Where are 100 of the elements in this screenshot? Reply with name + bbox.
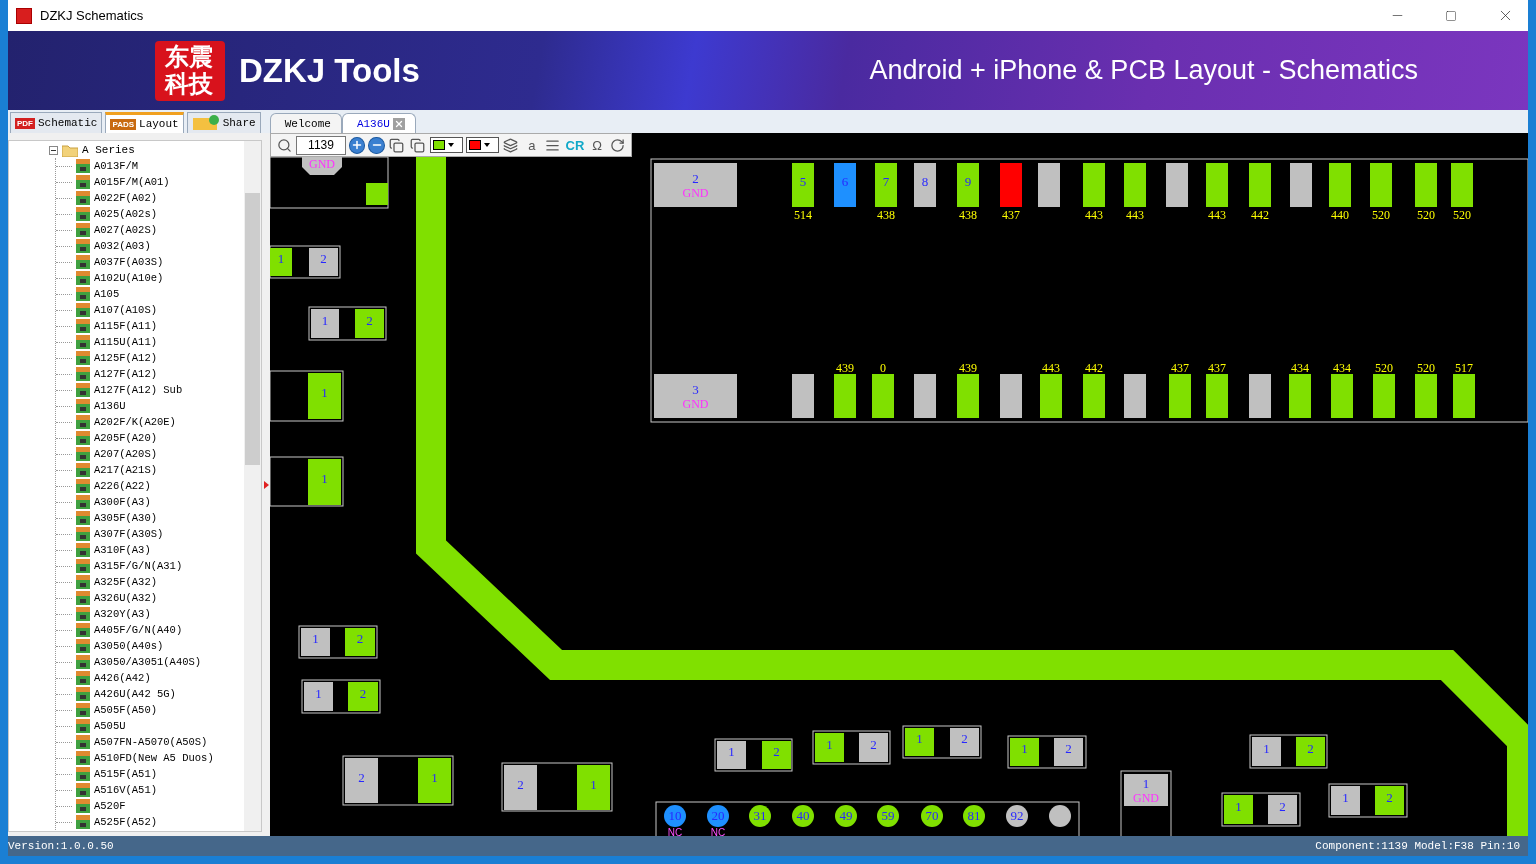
tree-item[interactable]: A515F(A51): [56, 766, 244, 782]
zoom-field[interactable]: 1139: [296, 135, 346, 155]
net-label: 520: [1417, 361, 1435, 375]
copy-icon[interactable]: [408, 136, 427, 154]
tree-item[interactable]: A320Y(A3): [56, 606, 244, 622]
pcb-canvas[interactable]: [270, 133, 1528, 836]
document-tab[interactable]: A136U: [341, 113, 416, 133]
test-point: 70: [921, 805, 943, 827]
tree-item[interactable]: A525F(A52): [56, 814, 244, 830]
test-point: 59: [877, 805, 899, 827]
net-label: 442: [1085, 361, 1103, 375]
tree-item[interactable]: A307F(A30S): [56, 526, 244, 542]
mode-tab[interactable]: PDF Schematic: [10, 112, 103, 133]
test-point: [1049, 805, 1071, 827]
tree-item[interactable]: A305F(A30): [56, 510, 244, 526]
tree-item[interactable]: A022F(A02): [56, 190, 244, 206]
tree-item[interactable]: A510FD(New A5 Duos): [56, 750, 244, 766]
board-icon: [75, 287, 91, 301]
zoom-in-button[interactable]: [349, 136, 366, 154]
cloud-folder-icon: [191, 115, 220, 131]
layers-icon[interactable]: [501, 136, 520, 154]
mode-tab[interactable]: Share: [186, 112, 261, 133]
tree-item[interactable]: A207(A20S): [56, 446, 244, 462]
board-icon: [75, 511, 91, 525]
board-icon: [75, 447, 91, 461]
tree-item[interactable]: A013F/M: [56, 158, 244, 174]
tool-button[interactable]: a: [522, 136, 541, 154]
pad: 1: [301, 628, 330, 656]
pad: [1124, 374, 1146, 418]
pad: 1: [304, 682, 333, 711]
rotate-icon[interactable]: [609, 136, 627, 154]
tree-folder[interactable]: A Series: [82, 144, 135, 156]
tree-item[interactable]: A520F: [56, 798, 244, 814]
document-tab[interactable]: Welcome: [269, 113, 342, 133]
zoom-out-button[interactable]: [368, 136, 385, 154]
pad: 2: [348, 682, 378, 711]
scrollbar[interactable]: [244, 141, 261, 831]
net-label: 437: [1208, 361, 1226, 375]
maximize-icon[interactable]: [1445, 9, 1457, 22]
test-point: 92: [1006, 805, 1028, 827]
tree-item[interactable]: A300F(A3): [56, 494, 244, 510]
tree-item[interactable]: A426U(A42 5G): [56, 686, 244, 702]
tree-item[interactable]: A3050/A3051(A40S): [56, 654, 244, 670]
tree-item[interactable]: A102U(A10e): [56, 270, 244, 286]
tree-item[interactable]: A326U(A32): [56, 590, 244, 606]
mode-tab[interactable]: PADS Layout: [105, 112, 184, 133]
tree-item[interactable]: A037F(A03S): [56, 254, 244, 270]
color-picker[interactable]: [429, 137, 463, 153]
tree-item[interactable]: A426(A42): [56, 670, 244, 686]
test-point: 10 NC: [664, 805, 686, 836]
pad: 1: [905, 728, 934, 756]
tree-item[interactable]: A516V(A51): [56, 782, 244, 798]
board-icon: [75, 415, 91, 429]
tool-button[interactable]: Ω: [588, 136, 606, 154]
tree-item[interactable]: A107(A10S): [56, 302, 244, 318]
board-icon: [75, 431, 91, 445]
tree-item[interactable]: A325F(A32): [56, 574, 244, 590]
color-picker[interactable]: [465, 137, 499, 153]
tree-item[interactable]: A136U: [56, 398, 244, 414]
tree-item[interactable]: A202F/K(A20E): [56, 414, 244, 430]
net-label: 0: [880, 361, 886, 375]
search-icon[interactable]: [275, 136, 293, 154]
tree-item[interactable]: A3050(A40s): [56, 638, 244, 654]
tree-item[interactable]: A025(A02s): [56, 206, 244, 222]
pad: [1206, 374, 1228, 418]
board-icon: [75, 783, 91, 797]
pad: [1000, 163, 1022, 207]
tree-item[interactable]: A405F/G/N(A40): [56, 622, 244, 638]
pad: 8: [914, 163, 936, 207]
tree-item[interactable]: A505F(A50): [56, 702, 244, 718]
tree-item[interactable]: A505U: [56, 718, 244, 734]
board-icon: [75, 223, 91, 237]
collapse-icon[interactable]: [49, 145, 58, 155]
tree-item[interactable]: A127F(A12) Sub: [56, 382, 244, 398]
component-outline: [1120, 770, 1172, 836]
tree-item[interactable]: A105: [56, 286, 244, 302]
pad: 1: [577, 765, 610, 810]
board-icon: [75, 687, 91, 701]
tree-item[interactable]: A015F/M(A01): [56, 174, 244, 190]
tree-item[interactable]: A127F(A12): [56, 366, 244, 382]
pad: 2 GND: [654, 163, 737, 207]
tab-close-icon[interactable]: [392, 117, 405, 130]
tree-item[interactable]: A115U(A11): [56, 334, 244, 350]
pad: [1329, 163, 1351, 207]
copy-icon[interactable]: [387, 136, 406, 154]
tree-item[interactable]: A310F(A3): [56, 542, 244, 558]
pad: 6: [834, 163, 856, 207]
tree-item[interactable]: A032(A03): [56, 238, 244, 254]
tree-item[interactable]: A027(A02S): [56, 222, 244, 238]
tree-item[interactable]: A205F(A20): [56, 430, 244, 446]
tree-item[interactable]: A315F/G/N(A31): [56, 558, 244, 574]
tree-item[interactable]: A226(A22): [56, 478, 244, 494]
app-icon: [16, 7, 32, 24]
pad: 1: [308, 373, 341, 419]
test-point: 81: [963, 805, 985, 827]
tree-item[interactable]: A217(A21S): [56, 462, 244, 478]
tree-item[interactable]: A125F(A12): [56, 350, 244, 366]
tree-item[interactable]: A115F(A11): [56, 318, 244, 334]
tree-item[interactable]: A507FN-A5070(A50S): [56, 734, 244, 750]
test-point: 20 NC: [707, 805, 729, 836]
